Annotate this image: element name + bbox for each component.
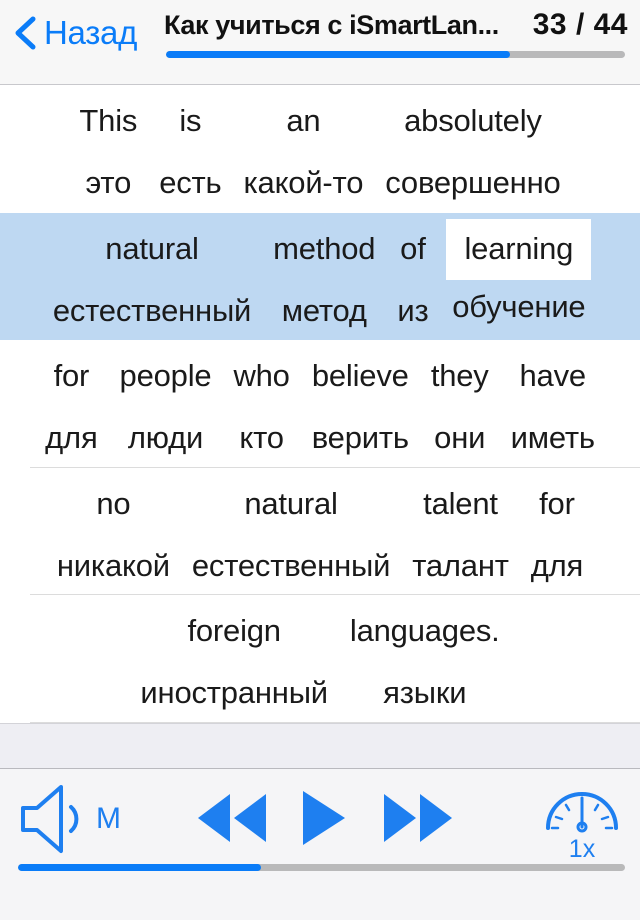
- translation-word[interactable]: это: [81, 157, 135, 209]
- word-pair[interactable]: they они: [427, 350, 493, 464]
- sentence-row[interactable]: no никакой natural естественный talent талант…: [0, 467, 640, 596]
- word-pair[interactable]: for для: [527, 478, 587, 592]
- word-pair[interactable]: foreign иностранный: [136, 605, 332, 719]
- source-word[interactable]: an: [282, 95, 324, 147]
- word-pair-group: natural естественный method метод of из learni…: [0, 213, 640, 341]
- word-pair[interactable]: This это: [75, 95, 141, 209]
- translation-word[interactable]: метод: [278, 285, 371, 337]
- chevron-left-icon: [15, 16, 36, 50]
- word-pair[interactable]: is есть: [155, 95, 225, 209]
- source-word[interactable]: no: [92, 478, 134, 530]
- play-icon: [303, 791, 345, 845]
- filler-band: [0, 723, 640, 769]
- word-pair[interactable]: an какой-то: [239, 95, 367, 209]
- translation-word[interactable]: совершенно: [381, 157, 564, 209]
- source-word[interactable]: for: [50, 350, 94, 402]
- current-word[interactable]: learning: [446, 218, 592, 280]
- sentence-row[interactable]: for для people люди who кто believe верить they о…: [0, 340, 640, 468]
- word-pair[interactable]: natural естественный: [49, 223, 255, 337]
- word-pair[interactable]: believe верить: [308, 350, 413, 464]
- word-pair[interactable]: natural естественный: [188, 478, 394, 592]
- rewind-icon: [198, 794, 266, 842]
- source-word[interactable]: method: [269, 223, 379, 275]
- source-word[interactable]: talent: [419, 478, 502, 530]
- word-pair[interactable]: of из: [393, 223, 432, 337]
- speedometer-icon: [546, 792, 618, 833]
- back-button[interactable]: Назад: [14, 16, 137, 50]
- app-root: Назад Как учиться с iSmartLan... 33 / 44…: [0, 0, 640, 920]
- volume-mode-label: M: [96, 802, 121, 835]
- translation-word[interactable]: языки: [379, 667, 470, 719]
- sentence-row[interactable]: foreign иностранный languages. языки: [0, 595, 640, 723]
- translation-word[interactable]: иностранный: [136, 667, 332, 719]
- source-word[interactable]: This: [75, 95, 141, 147]
- translation-word[interactable]: какой-то: [239, 157, 367, 209]
- translation-word[interactable]: естественный: [188, 540, 394, 592]
- source-word[interactable]: believe: [308, 350, 413, 402]
- word-pair[interactable]: no никакой: [53, 478, 174, 592]
- word-pair[interactable]: learning обучение: [446, 218, 592, 333]
- playback-speed-button[interactable]: 1x: [538, 776, 626, 862]
- source-word[interactable]: who: [229, 350, 293, 402]
- word-pair-group: no никакой natural естественный talent талант…: [0, 468, 640, 596]
- word-pair-group: foreign иностранный languages. языки: [0, 595, 640, 723]
- back-button-label: Назад: [44, 14, 138, 51]
- top-progress-bar[interactable]: [166, 51, 625, 58]
- fast-forward-icon: [384, 794, 452, 842]
- source-word[interactable]: they: [427, 350, 493, 402]
- translation-word[interactable]: никакой: [53, 540, 174, 592]
- source-word[interactable]: languages.: [346, 605, 504, 657]
- word-pair[interactable]: method метод: [269, 223, 379, 337]
- playback-progress-fill: [18, 864, 261, 871]
- translation-word[interactable]: естественный: [49, 285, 255, 337]
- word-pair[interactable]: absolutely совершенно: [381, 95, 564, 209]
- translation-word[interactable]: есть: [155, 157, 225, 209]
- translation-word[interactable]: они: [430, 412, 489, 464]
- fast-forward-button[interactable]: [382, 790, 454, 846]
- word-pair-group: This это is есть an какой-то absolutely соверше…: [0, 85, 640, 213]
- navigation-header: Назад Как учиться с iSmartLan... 33 / 44: [0, 0, 640, 85]
- source-word[interactable]: for: [535, 478, 579, 530]
- word-pair[interactable]: languages. языки: [346, 605, 504, 719]
- source-word[interactable]: foreign: [183, 605, 284, 657]
- volume-button[interactable]: M: [14, 778, 124, 860]
- translation-word[interactable]: люди: [124, 412, 207, 464]
- word-pair-group: for для people люди who кто believe верить they о…: [0, 340, 640, 468]
- translation-word[interactable]: для: [41, 412, 101, 464]
- translation-word[interactable]: кто: [235, 412, 287, 464]
- page-title: Как учиться с iSmartLan...: [164, 10, 499, 40]
- word-pair[interactable]: people люди: [116, 350, 216, 464]
- translation-word[interactable]: верить: [308, 412, 413, 464]
- speaker-wave-icon: [21, 785, 79, 853]
- play-button[interactable]: [292, 788, 354, 848]
- source-word[interactable]: absolutely: [400, 95, 546, 147]
- translation-word[interactable]: иметь: [507, 412, 599, 464]
- translation-word[interactable]: из: [393, 285, 432, 337]
- translation-word[interactable]: талант: [408, 540, 513, 592]
- source-word[interactable]: people: [116, 350, 216, 402]
- page-counter: 33 / 44: [532, 8, 628, 41]
- sentence-row[interactable]: This это is есть an какой-то absolutely соверше…: [0, 85, 640, 213]
- playback-progress-bar[interactable]: [18, 864, 625, 871]
- sentence-row[interactable]: natural естественный method метод of из learni…: [0, 212, 640, 341]
- playback-speed-label: 1x: [568, 835, 596, 863]
- translation-word[interactable]: для: [527, 540, 587, 592]
- rewind-button[interactable]: [196, 790, 268, 846]
- top-progress-fill: [166, 51, 511, 58]
- translation-word[interactable]: обучение: [448, 281, 589, 333]
- source-word[interactable]: natural: [240, 478, 341, 530]
- source-word[interactable]: have: [515, 350, 589, 402]
- sentence-list[interactable]: This это is есть an какой-то absolutely соверше…: [0, 85, 640, 723]
- word-pair[interactable]: who кто: [229, 350, 293, 464]
- word-pair[interactable]: for для: [41, 350, 101, 464]
- source-word[interactable]: of: [396, 223, 429, 275]
- word-pair[interactable]: have иметь: [507, 350, 599, 464]
- source-word[interactable]: is: [175, 95, 205, 147]
- word-pair[interactable]: talent талант: [408, 478, 513, 592]
- source-word[interactable]: natural: [101, 223, 202, 275]
